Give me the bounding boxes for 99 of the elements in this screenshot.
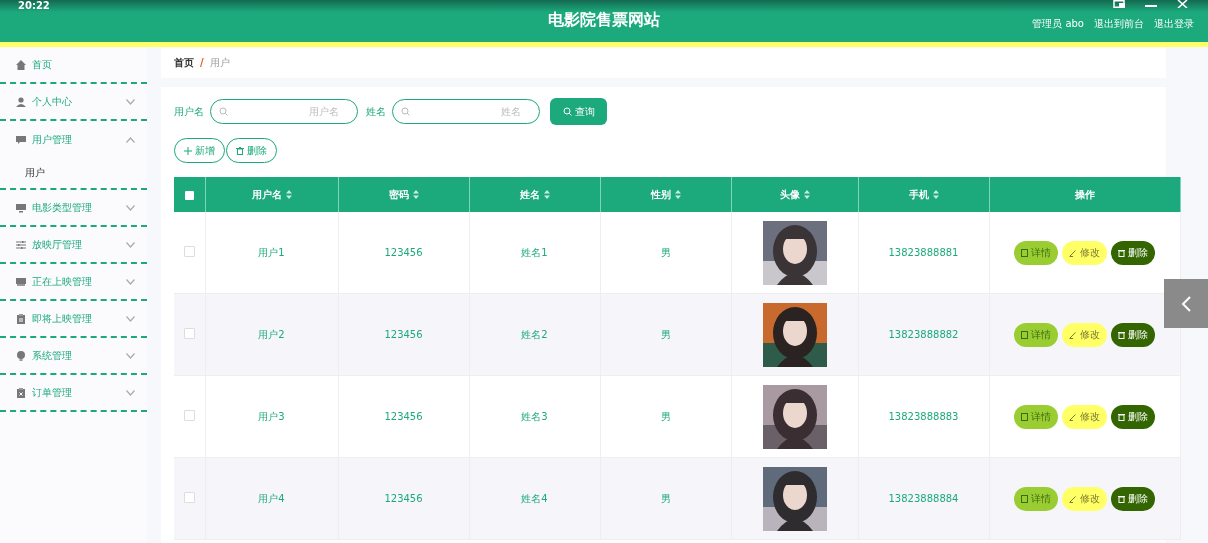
column-header: 头像 bbox=[779, 187, 800, 202]
column-header: 密码 bbox=[388, 187, 409, 202]
table-cell: 姓名4 bbox=[521, 492, 548, 504]
table-cell: 姓名3 bbox=[521, 410, 548, 422]
table-cell: 姓名1 bbox=[521, 246, 548, 258]
search-button[interactable]: 查询 bbox=[550, 98, 607, 125]
detail-button[interactable]: 详情 bbox=[1014, 486, 1058, 511]
edit-button[interactable]: 修改 bbox=[1062, 240, 1107, 265]
field-label: 用户名 bbox=[174, 104, 204, 119]
row-checkbox[interactable] bbox=[183, 492, 195, 503]
trash-icon bbox=[1118, 248, 1125, 257]
column-header: 用户名 bbox=[251, 187, 282, 202]
site-title: 电影院售票网站 bbox=[548, 10, 660, 29]
table-cell: 姓名2 bbox=[521, 328, 548, 340]
table-cell: 13823888882 bbox=[888, 329, 959, 340]
delete-button[interactable]: 删除 bbox=[1111, 322, 1155, 347]
delete-button[interactable]: 删除 bbox=[226, 138, 277, 163]
table-cell: 123456 bbox=[384, 493, 423, 504]
table-cell: 用户1 bbox=[258, 246, 285, 258]
field-label: 姓名 bbox=[366, 104, 386, 119]
detail-button[interactable]: 详情 bbox=[1014, 322, 1058, 347]
document-icon bbox=[1021, 330, 1028, 339]
delete-button[interactable]: 删除 bbox=[1111, 404, 1155, 429]
table-cell: 用户3 bbox=[258, 410, 285, 422]
monitor-icon bbox=[16, 202, 26, 213]
sidebar-item[interactable]: 放映厅管理 bbox=[0, 227, 147, 264]
sidebar-item[interactable]: 首页 bbox=[0, 47, 147, 84]
table-cell: 用户2 bbox=[258, 328, 285, 340]
clipboard-icon bbox=[16, 313, 26, 324]
chat-icon bbox=[16, 134, 26, 145]
table-cell: 123456 bbox=[384, 411, 423, 422]
search-icon bbox=[401, 107, 410, 116]
clipboard-icon bbox=[16, 387, 26, 398]
header-link[interactable]: 退出登录 bbox=[1154, 17, 1194, 31]
table-cell: 13823888884 bbox=[888, 493, 959, 504]
trash-icon bbox=[236, 146, 244, 155]
bulb-icon bbox=[16, 350, 26, 361]
search-field[interactable]: 姓名 bbox=[392, 99, 540, 124]
sidebar-item[interactable]: 个人中心 bbox=[0, 84, 147, 121]
trash-icon bbox=[1118, 412, 1125, 421]
column-header: 操作 bbox=[1074, 187, 1095, 202]
table-cell: 男 bbox=[660, 410, 671, 422]
admin-user-label: 管理员 abo bbox=[1032, 17, 1084, 31]
table-cell: 男 bbox=[660, 246, 671, 258]
table-cell: 123456 bbox=[384, 329, 423, 340]
sidebar-item[interactable]: 用户管理 bbox=[0, 121, 147, 158]
trash-icon bbox=[1118, 330, 1125, 339]
table-cell: 123456 bbox=[384, 247, 423, 258]
edit-button[interactable]: 修改 bbox=[1062, 486, 1107, 511]
document-icon bbox=[1021, 248, 1028, 257]
chevron-left-icon bbox=[1181, 295, 1191, 312]
pencil-icon bbox=[1069, 330, 1077, 339]
restore-icon bbox=[1113, 0, 1125, 8]
delete-button[interactable]: 删除 bbox=[1111, 240, 1155, 265]
sidebar-subitem[interactable]: 用户 bbox=[0, 158, 147, 190]
sidebar-item[interactable]: 系统管理 bbox=[0, 338, 147, 375]
pencil-icon bbox=[1069, 412, 1077, 421]
row-checkbox[interactable] bbox=[183, 410, 195, 421]
column-header: 姓名 bbox=[519, 187, 540, 202]
breadcrumb-item[interactable]: 首页 bbox=[174, 55, 194, 70]
search-icon bbox=[219, 107, 228, 116]
document-icon bbox=[1021, 412, 1028, 421]
table-cell: 男 bbox=[660, 328, 671, 340]
breadcrumb-separator: / bbox=[200, 57, 204, 68]
detail-button[interactable]: 详情 bbox=[1014, 240, 1058, 265]
sidebar-item[interactable]: 正在上映管理 bbox=[0, 264, 147, 301]
sliders-icon bbox=[16, 239, 26, 250]
header-link[interactable]: 退出到前台 bbox=[1094, 17, 1144, 31]
trash-icon bbox=[1118, 494, 1125, 503]
add-button[interactable]: 新增 bbox=[174, 138, 225, 163]
column-header: 性别 bbox=[650, 187, 671, 202]
home-icon bbox=[16, 59, 26, 70]
column-header: 手机 bbox=[908, 187, 929, 202]
sidebar-item[interactable]: 电影类型管理 bbox=[0, 190, 147, 227]
close-icon bbox=[1177, 0, 1188, 8]
clock-time: 20:22 bbox=[18, 0, 50, 11]
select-all-checkbox[interactable] bbox=[184, 190, 194, 200]
table-cell: 13823888883 bbox=[888, 411, 959, 422]
pencil-icon bbox=[1069, 248, 1077, 257]
user-icon bbox=[16, 96, 26, 107]
search-field[interactable]: 用户名 bbox=[210, 99, 358, 124]
delete-button[interactable]: 删除 bbox=[1111, 486, 1155, 511]
monitor-icon bbox=[16, 276, 26, 287]
row-checkbox[interactable] bbox=[183, 246, 195, 257]
document-icon bbox=[1021, 494, 1028, 503]
table-cell: 13823888881 bbox=[888, 247, 959, 258]
table-cell: 男 bbox=[660, 492, 671, 504]
pencil-icon bbox=[1069, 494, 1077, 503]
breadcrumb-item: 用户 bbox=[209, 55, 230, 70]
sidebar-item[interactable]: 订单管理 bbox=[0, 375, 147, 412]
row-checkbox[interactable] bbox=[183, 328, 195, 339]
detail-button[interactable]: 详情 bbox=[1014, 404, 1058, 429]
sidebar-item[interactable]: 即将上映管理 bbox=[0, 301, 147, 338]
edit-button[interactable]: 修改 bbox=[1062, 322, 1107, 347]
search-icon bbox=[562, 107, 572, 116]
collapse-button[interactable] bbox=[1164, 279, 1208, 328]
edit-button[interactable]: 修改 bbox=[1062, 404, 1107, 429]
table-cell: 用户4 bbox=[258, 492, 285, 504]
plus-icon bbox=[184, 146, 192, 155]
